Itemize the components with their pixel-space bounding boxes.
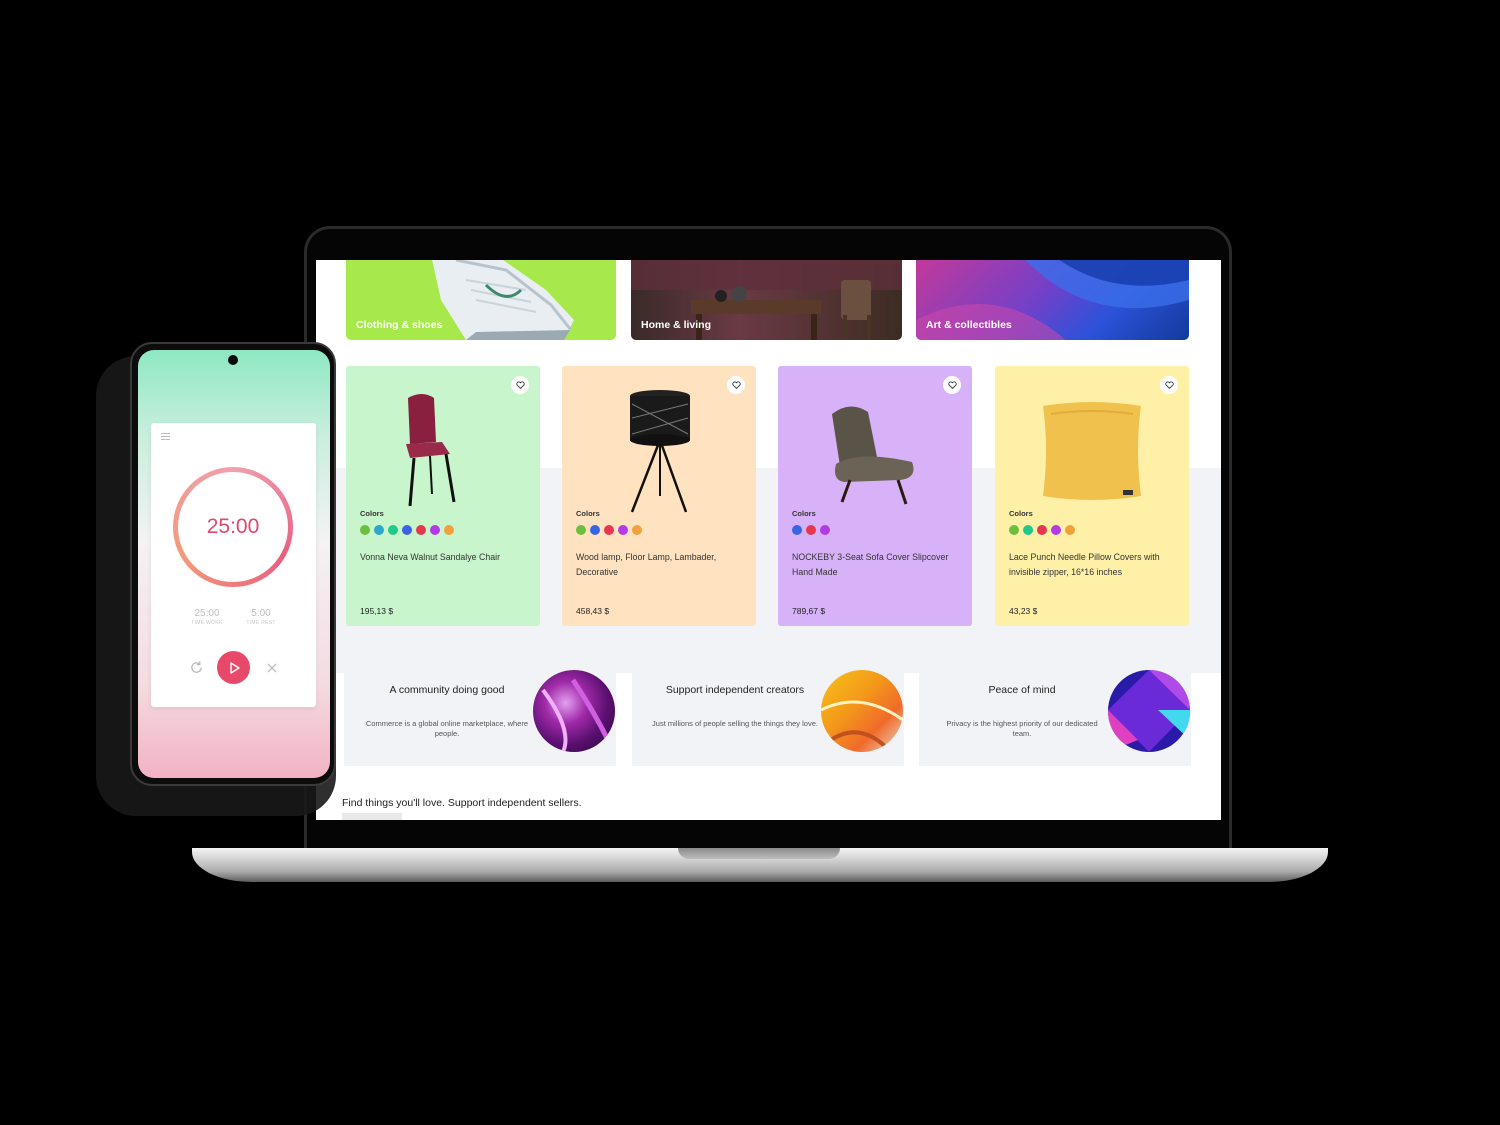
- time-rest-value: 5:00: [251, 608, 271, 619]
- feature-peace-of-mind: Peace of mind Privacy is the highest pri…: [919, 656, 1191, 766]
- color-swatch[interactable]: [806, 525, 816, 535]
- product-name[interactable]: Lace Punch Needle Pillow Covers with inv…: [1009, 550, 1179, 580]
- color-swatch[interactable]: [430, 525, 440, 535]
- play-icon: [229, 661, 240, 674]
- purple-art-image: [533, 670, 615, 752]
- color-swatch[interactable]: [590, 525, 600, 535]
- colors-label: Colors: [1009, 509, 1033, 518]
- category-label: Home & living: [641, 319, 712, 331]
- color-swatch[interactable]: [604, 525, 614, 535]
- product-price: 43,23 $: [1009, 606, 1038, 616]
- category-home-living[interactable]: Home & living: [631, 260, 902, 340]
- category-clothing-shoes[interactable]: Clothing & shoes: [346, 260, 616, 340]
- product-name[interactable]: Vonna Neva Walnut Sandalye Chair: [360, 550, 530, 565]
- product-card[interactable]: Colors Vonna Neva Walnut Sandalye Chair …: [346, 366, 540, 626]
- orange-art-image: [821, 670, 903, 752]
- color-swatch[interactable]: [402, 525, 412, 535]
- geometric-art-image: [1108, 670, 1190, 752]
- feature-text: Just millions of people selling the thin…: [652, 719, 818, 728]
- laptop-hinge-notch: [678, 848, 840, 859]
- lounge-chair-image: [832, 406, 914, 505]
- color-swatch[interactable]: [1051, 525, 1061, 535]
- color-swatch[interactable]: [576, 525, 586, 535]
- timer-display: 25:00: [206, 515, 260, 538]
- color-swatch[interactable]: [820, 525, 830, 535]
- timer-card: 25:00 25:00 TIME WORK 5:00 TIME REST: [151, 423, 316, 707]
- product-price: 789,67 $: [792, 606, 826, 616]
- color-swatch[interactable]: [444, 525, 454, 535]
- feature-title: A community doing good: [389, 684, 505, 696]
- color-swatch[interactable]: [792, 525, 802, 535]
- footer-tagline: Find things you'll love. Support indepen…: [342, 797, 582, 809]
- colors-label: Colors: [792, 509, 816, 518]
- color-swatches: [792, 525, 830, 535]
- feature-community: A community doing good Commerce is a glo…: [344, 656, 616, 766]
- category-art-collectibles[interactable]: Art & collectibles: [916, 260, 1189, 340]
- color-swatch[interactable]: [1023, 525, 1033, 535]
- product-card[interactable]: Colors NOCKEBY 3-Seat Sofa Cover Slipcov…: [778, 366, 972, 626]
- color-swatches: [576, 525, 642, 535]
- camera-icon: [228, 355, 238, 365]
- time-work-label: TIME WORK: [191, 620, 223, 626]
- color-swatch[interactable]: [1037, 525, 1047, 535]
- time-rest-label: TIME REST: [246, 620, 276, 626]
- color-swatch[interactable]: [1065, 525, 1075, 535]
- product-price: 195,13 $: [360, 606, 394, 616]
- reset-icon[interactable]: [187, 651, 205, 684]
- product-price: 458,43 $: [576, 606, 610, 616]
- close-icon[interactable]: [263, 651, 281, 684]
- product-name[interactable]: Wood lamp, Floor Lamp, Lambader, Decorat…: [576, 550, 746, 580]
- feature-text: Privacy is the highest priority of our d…: [946, 719, 1098, 738]
- feature-text: Commerce is a global online marketplace,…: [365, 719, 529, 738]
- feature-support-creators: Support independent creators Just millio…: [632, 656, 904, 766]
- color-swatch[interactable]: [360, 525, 370, 535]
- pillow-image: [1043, 402, 1141, 500]
- color-swatches: [360, 525, 454, 535]
- color-swatch[interactable]: [388, 525, 398, 535]
- color-swatch[interactable]: [632, 525, 642, 535]
- color-swatches: [1009, 525, 1075, 535]
- product-name[interactable]: NOCKEBY 3-Seat Sofa Cover Slipcover Hand…: [792, 550, 962, 580]
- menu-icon[interactable]: [161, 433, 170, 440]
- category-label: Art & collectibles: [926, 319, 1012, 331]
- color-swatch[interactable]: [1009, 525, 1019, 535]
- time-work-value: 25:00: [194, 608, 220, 619]
- chair-image: [406, 394, 456, 507]
- feature-title: Support independent creators: [665, 684, 805, 696]
- category-label: Clothing & shoes: [356, 319, 443, 331]
- time-rest-stat: 5:00 TIME REST: [236, 608, 286, 626]
- color-swatch[interactable]: [416, 525, 426, 535]
- play-button[interactable]: [217, 651, 250, 684]
- feature-title: Peace of mind: [988, 684, 1056, 696]
- time-work-stat: 25:00 TIME WORK: [182, 608, 232, 626]
- lamp-image: [630, 390, 690, 513]
- marketplace-screen: Clothing & shoes Home & living Art & col…: [316, 260, 1221, 820]
- colors-label: Colors: [576, 509, 600, 518]
- color-swatch[interactable]: [374, 525, 384, 535]
- colors-label: Colors: [360, 509, 384, 518]
- footer-subtext-placeholder: [342, 813, 402, 820]
- color-swatch[interactable]: [618, 525, 628, 535]
- product-card[interactable]: Colors Wood lamp, Floor Lamp, Lambader, …: [562, 366, 756, 626]
- product-card[interactable]: Colors Lace Punch Needle Pillow Covers w…: [995, 366, 1189, 626]
